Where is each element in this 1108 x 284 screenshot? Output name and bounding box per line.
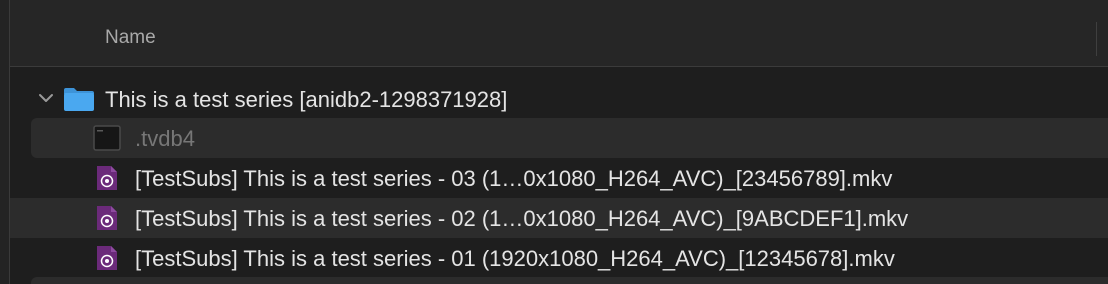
list-item-label: [TestSubs] This is a test series - 01 (1… (135, 246, 895, 271)
name-column-header[interactable]: Name (105, 27, 156, 49)
chevron-down-icon[interactable] (38, 90, 54, 106)
toolbar-strip (10, 0, 1108, 14)
sidebar-edge (0, 0, 10, 284)
column-header: Name (10, 14, 1108, 67)
list-item-label: This is a test series [anidb2-1298371928… (105, 87, 508, 112)
list-item-file[interactable]: [TestSubs] This is a test series - 02 (1… (10, 198, 1108, 238)
list-row-stripe (31, 277, 1108, 284)
column-divider[interactable] (1096, 22, 1097, 56)
list-item-folder[interactable]: This is a test series [anidb2-1298371928… (10, 79, 1108, 119)
mkv-video-icon (97, 246, 117, 270)
list-item-file[interactable]: [TestSubs] This is a test series - 03 (1… (10, 158, 1108, 198)
list-item-file[interactable]: [TestSubs] This is a test series - 01 (1… (10, 238, 1108, 278)
folder-icon (64, 88, 94, 111)
list-item-label: .tvdb4 (135, 126, 195, 151)
terminal-file-icon (93, 125, 121, 151)
list-item-label: [TestSubs] This is a test series - 03 (1… (135, 166, 893, 191)
mkv-video-icon (97, 206, 117, 230)
finder-list-view: Name This is a test series [anidb2-12983… (0, 0, 1108, 284)
list-item-label: [TestSubs] This is a test series - 02 (1… (135, 206, 909, 231)
list-item-file[interactable]: .tvdb4 (31, 118, 1108, 158)
mkv-video-icon (97, 166, 117, 190)
